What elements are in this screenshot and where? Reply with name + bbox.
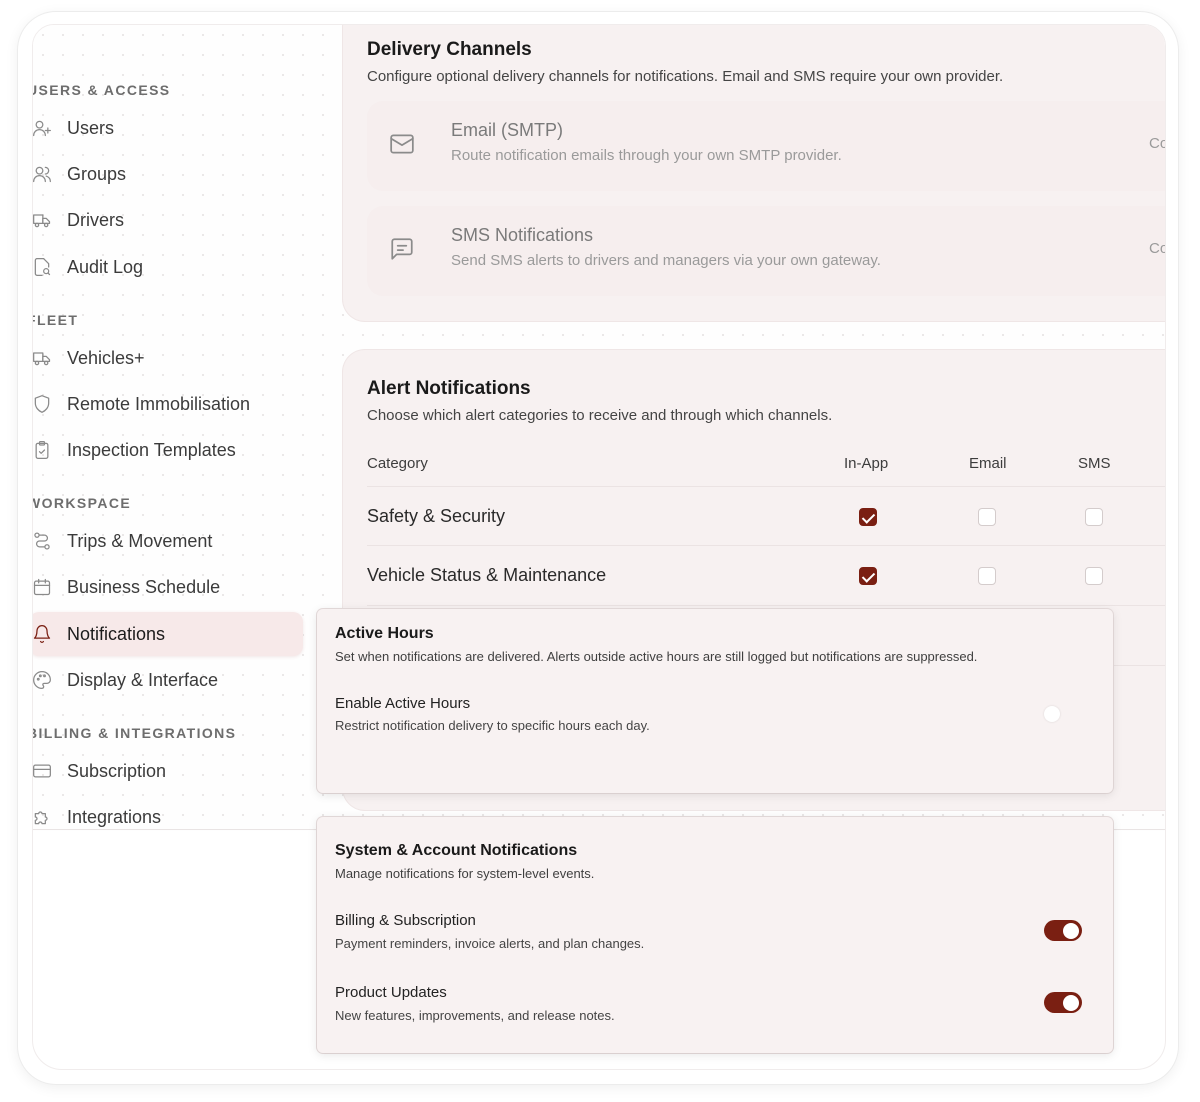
- checkbox-vehicle-status-email[interactable]: [978, 567, 996, 585]
- bell-icon: [33, 623, 53, 645]
- checkbox-vehicle-status-in-app[interactable]: [859, 567, 877, 585]
- sidebar-item-label: Business Schedule: [67, 576, 221, 597]
- system-account-panel: System & Account Notifications Manage no…: [317, 817, 1113, 1053]
- channel-description: Route notification emails through your o…: [451, 147, 842, 164]
- checkbox-safety-sms[interactable]: [1085, 508, 1103, 526]
- sidebar-item-label: Users: [67, 117, 115, 138]
- checkbox-vehicle-status-sms[interactable]: [1085, 567, 1103, 585]
- sidebar-item-label: Notifications: [67, 623, 166, 644]
- section-title-fleet: FLEET: [32, 312, 79, 328]
- enable-active-hours-label: Enable Active Hours: [335, 695, 471, 712]
- sidebar-item-label: Vehicles+: [67, 347, 145, 368]
- sidebar-item-inspection-templates[interactable]: Inspection Templates: [33, 428, 303, 472]
- sidebar-item-label: Subscription: [67, 760, 167, 781]
- sidebar-item-remote-immobilisation[interactable]: Remote Immobilisation: [33, 382, 303, 426]
- section-title-users-access: USERS & ACCESS: [32, 82, 171, 98]
- sidebar-item-display-interface[interactable]: Display & Interface: [33, 658, 303, 702]
- user-plus-icon: [33, 117, 53, 139]
- channel-name: Email (SMTP): [451, 120, 563, 140]
- enable-active-hours-toggle[interactable]: [1041, 703, 1079, 724]
- active-hours-panel: Active Hours Set when notifications are …: [317, 609, 1113, 793]
- puzzle-icon: [33, 806, 53, 828]
- column-header-sms: SMS: [1078, 455, 1111, 472]
- sidebar-item-label: Drivers: [67, 209, 124, 230]
- checkbox-safety-in-app[interactable]: [859, 508, 877, 526]
- billing-subscription-description: Payment reminders, invoice alerts, and p…: [335, 936, 645, 951]
- system-account-title: System & Account Notifications: [335, 842, 578, 859]
- alert-row-label: Vehicle Status & Maintenance: [367, 565, 607, 585]
- sidebar-item-groups[interactable]: Groups: [33, 152, 303, 196]
- sidebar-item-vehicles[interactable]: Vehicles+: [33, 336, 303, 380]
- delivery-channels-card: Delivery Channels Configure optional del…: [343, 25, 1165, 321]
- credit-card-icon: [33, 760, 53, 782]
- sidebar-item-drivers[interactable]: Drivers: [33, 198, 303, 242]
- coming-soon-badge: Coming soon: [1149, 240, 1165, 257]
- sidebar-item-label: Groups: [67, 163, 127, 184]
- sidebar-item-label: Audit Log: [67, 256, 144, 277]
- checkbox-safety-email[interactable]: [978, 508, 996, 526]
- sidebar-item-label: Remote Immobilisation: [67, 393, 251, 414]
- sidebar-item-label: Display & Interface: [67, 669, 219, 690]
- sidebar-item-label: Integrations: [67, 806, 162, 827]
- alert-row-label: Safety & Security: [367, 506, 506, 526]
- enable-active-hours-description: Restrict notification delivery to specif…: [335, 718, 650, 733]
- sidebar-item-integrations[interactable]: Integrations: [33, 795, 303, 839]
- row-divider: [367, 545, 1165, 546]
- sidebar-item-audit-log[interactable]: Audit Log: [33, 245, 303, 289]
- sidebar-item-users[interactable]: Users: [33, 106, 303, 150]
- delivery-channels-title: Delivery Channels: [367, 39, 532, 60]
- clipboard-check-icon: [33, 439, 53, 461]
- users-icon: [33, 163, 53, 185]
- billing-subscription-toggle[interactable]: [1044, 920, 1082, 941]
- row-divider: [367, 605, 1165, 606]
- system-account-description: Manage notifications for system-level ev…: [335, 866, 595, 881]
- product-updates-label: Product Updates: [335, 984, 447, 1001]
- sidebar-item-subscription[interactable]: Subscription: [33, 749, 303, 793]
- alert-notifications-title: Alert Notifications: [367, 378, 531, 399]
- column-header-in-app: In-App: [844, 455, 889, 472]
- channel-email-smtp: Email (SMTP) Route notification emails t…: [367, 101, 1165, 191]
- sidebar-item-label: Trips & Movement: [67, 530, 213, 551]
- channel-sms-notifications: SMS Notifications Send SMS alerts to dri…: [367, 206, 1165, 296]
- column-header-category: Category: [367, 455, 428, 472]
- truck-icon: [33, 347, 53, 369]
- sidebar-item-trips-movement[interactable]: Trips & Movement: [33, 519, 303, 563]
- alert-notifications-description: Choose which alert categories to receive…: [367, 407, 833, 424]
- calendar-icon: [33, 576, 53, 598]
- channel-description: Send SMS alerts to drivers and managers …: [451, 252, 881, 269]
- product-updates-description: New features, improvements, and release …: [335, 1008, 615, 1023]
- palette-icon: [33, 669, 53, 691]
- coming-soon-badge: Coming soon: [1149, 135, 1165, 152]
- product-updates-toggle[interactable]: [1044, 992, 1082, 1013]
- billing-subscription-label: Billing & Subscription: [335, 912, 476, 929]
- truck-icon: [33, 209, 53, 231]
- file-search-icon: [33, 256, 53, 278]
- sidebar-item-notifications[interactable]: Notifications: [33, 612, 303, 656]
- route-icon: [33, 530, 53, 552]
- section-title-billing-integrations: BILLING & INTEGRATIONS: [32, 725, 237, 741]
- delivery-channels-description: Configure optional delivery channels for…: [367, 68, 1004, 85]
- channel-name: SMS Notifications: [451, 225, 594, 245]
- active-hours-description: Set when notifications are delivered. Al…: [335, 649, 978, 664]
- row-divider: [367, 486, 1165, 487]
- mail-icon: [389, 131, 415, 157]
- settings-viewport: USERS & ACCESS Users Groups Drivers Audi…: [32, 24, 1166, 1070]
- sidebar-item-business-schedule[interactable]: Business Schedule: [33, 565, 303, 609]
- shield-icon: [33, 393, 53, 415]
- column-header-email: Email: [969, 455, 1007, 472]
- section-title-workspace: WORKSPACE: [32, 495, 132, 511]
- message-square-icon: [389, 236, 415, 262]
- active-hours-title: Active Hours: [335, 625, 434, 642]
- settings-sidebar: USERS & ACCESS Users Groups Drivers Audi…: [33, 25, 333, 831]
- sidebar-item-label: Inspection Templates: [67, 439, 236, 460]
